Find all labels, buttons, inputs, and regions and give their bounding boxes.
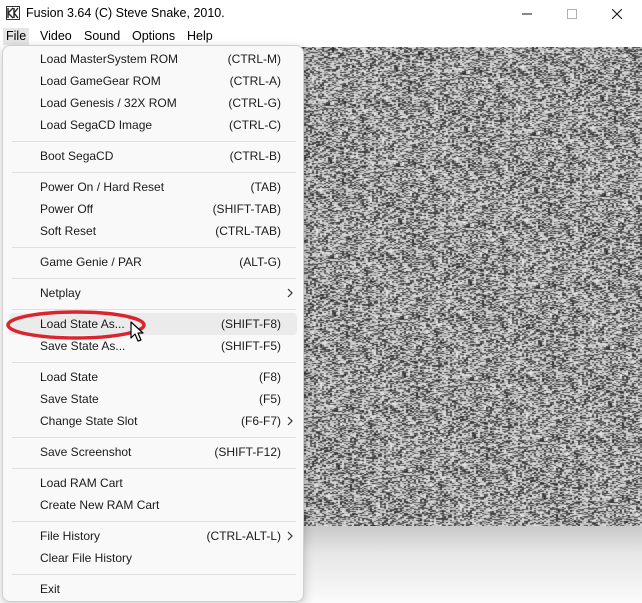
menu-item-exit[interactable]: Exit (9, 578, 297, 600)
menu-item-load-gamegear-rom[interactable]: Load GameGear ROM (CTRL-A) (9, 70, 297, 92)
menu-separator (12, 362, 296, 363)
menu-item-shortcut: (CTRL-G) (228, 96, 281, 110)
emulator-screen[interactable] (300, 47, 642, 526)
menu-item-shortcut: (ALT-G) (239, 255, 281, 269)
menu-separator (12, 172, 296, 173)
menu-item-shortcut: (SHIFT-F12) (214, 445, 281, 459)
menu-item-shortcut: (CTRL-A) (229, 74, 281, 88)
tv-static-noise (300, 47, 642, 526)
menu-item-shortcut: (SHIFT-TAB) (212, 202, 281, 216)
menu-item-power-off[interactable]: Power Off (SHIFT-TAB) (9, 198, 297, 220)
menu-item-label: Save State (40, 392, 99, 406)
menu-item-shortcut: (F6-F7) (241, 414, 281, 428)
menu-separator (12, 278, 296, 279)
menu-video[interactable]: Video (37, 28, 75, 45)
menu-item-shortcut: (CTRL-M) (227, 52, 281, 66)
menu-item-load-ram-cart[interactable]: Load RAM Cart (9, 472, 297, 494)
menu-separator (12, 468, 296, 469)
menu-item-label: Game Genie / PAR (40, 255, 142, 269)
menu-item-load-segacd-image[interactable]: Load SegaCD Image (CTRL-C) (9, 114, 297, 136)
menu-item-shortcut: (SHIFT-F5) (221, 339, 281, 353)
menu-item-label: Boot SegaCD (40, 149, 114, 163)
menu-item-shortcut: (CTRL-ALT-L) (206, 529, 281, 543)
menu-item-label: File History (40, 529, 101, 543)
minimize-button[interactable] (504, 0, 550, 27)
chevron-right-icon (287, 416, 293, 426)
menu-item-power-on-hard-reset[interactable]: Power On / Hard Reset (TAB) (9, 176, 297, 198)
menu-item-shortcut: (CTRL-TAB) (215, 224, 281, 238)
menu-item-label: Load GameGear ROM (40, 74, 161, 88)
menu-item-label: Load SegaCD Image (40, 118, 153, 132)
menu-item-label: Power On / Hard Reset (40, 180, 165, 194)
menu-separator (12, 437, 296, 438)
menu-item-label: Exit (40, 582, 61, 596)
menu-item-shortcut: (F5) (259, 392, 281, 406)
close-button[interactable] (594, 0, 640, 27)
menu-item-label: Load Genesis / 32X ROM (40, 96, 177, 110)
menu-item-label: Change State Slot (40, 414, 138, 428)
menu-separator (12, 574, 296, 575)
window-shadow (300, 526, 642, 603)
menu-item-label: Load MasterSystem ROM (40, 52, 179, 66)
menu-item-load-mastersystem-rom[interactable]: Load MasterSystem ROM (CTRL-M) (9, 48, 297, 70)
minimize-icon (522, 13, 532, 14)
menu-item-boot-segacd[interactable]: Boot SegaCD (CTRL-B) (9, 145, 297, 167)
menu-sound[interactable]: Sound (81, 28, 123, 45)
menu-item-shortcut: (F8) (259, 370, 281, 384)
menu-item-shortcut: (CTRL-B) (229, 149, 281, 163)
menu-item-label: Clear File History (40, 551, 133, 565)
menu-item-netplay[interactable]: Netplay (9, 282, 297, 304)
menu-item-load-genesis-32x-rom[interactable]: Load Genesis / 32X ROM (CTRL-G) (9, 92, 297, 114)
menu-item-label: Netplay (40, 286, 81, 300)
menu-item-change-state-slot[interactable]: Change State Slot (F6-F7) (9, 410, 297, 432)
menu-item-create-new-ram-cart[interactable]: Create New RAM Cart (9, 494, 297, 516)
menu-item-shortcut: (SHIFT-F8) (221, 317, 281, 331)
maximize-icon (567, 8, 577, 19)
menu-separator (12, 141, 296, 142)
menu-separator (12, 247, 296, 248)
menu-item-soft-reset[interactable]: Soft Reset (CTRL-TAB) (9, 220, 297, 242)
menu-item-file-history[interactable]: File History (CTRL-ALT-L) (9, 525, 297, 547)
menu-item-save-screenshot[interactable]: Save Screenshot (SHIFT-F12) (9, 441, 297, 463)
menu-item-label: Power Off (40, 202, 94, 216)
menu-item-clear-file-history[interactable]: Clear File History (9, 547, 297, 569)
menu-item-label: Load State (40, 370, 99, 384)
menu-item-game-genie-par[interactable]: Game Genie / PAR (ALT-G) (9, 251, 297, 273)
app-icon (6, 6, 20, 20)
menu-item-label: Soft Reset (40, 224, 97, 238)
menu-file[interactable]: File (3, 28, 30, 45)
menu-item-shortcut: (CTRL-C) (229, 118, 281, 132)
menu-separator (12, 521, 296, 522)
menu-bar: File Video Sound Options Help (0, 27, 642, 47)
annotation-ellipse (6, 310, 146, 340)
menu-item-shortcut: (TAB) (250, 180, 281, 194)
menu-item-label: Save Screenshot (40, 445, 132, 459)
menu-help[interactable]: Help (184, 28, 216, 45)
menu-options[interactable]: Options (129, 28, 178, 45)
menu-item-label: Create New RAM Cart (40, 498, 160, 512)
menu-item-label: Load RAM Cart (40, 476, 123, 490)
window-title: Fusion 3.64 (C) Steve Snake, 2010. (26, 6, 225, 20)
chevron-right-icon (287, 531, 293, 541)
menu-item-label: Save State As... (40, 339, 126, 353)
chevron-right-icon (287, 288, 293, 298)
maximize-button[interactable] (549, 0, 595, 27)
menu-item-load-state[interactable]: Load State (F8) (9, 366, 297, 388)
close-icon (612, 8, 622, 19)
title-bar: Fusion 3.64 (C) Steve Snake, 2010. (0, 0, 642, 27)
mouse-cursor-icon (130, 321, 144, 342)
menu-item-save-state[interactable]: Save State (F5) (9, 388, 297, 410)
